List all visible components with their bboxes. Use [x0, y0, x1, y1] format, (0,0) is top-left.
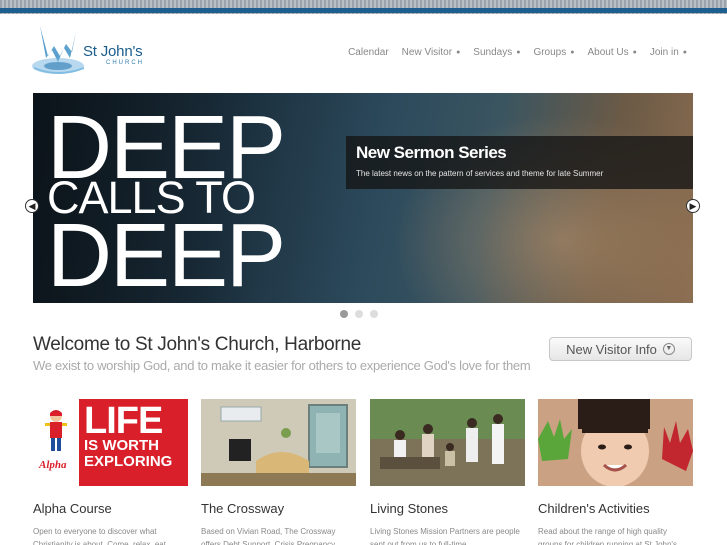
- main-nav: Calendar New Visitor ● Sundays ● Groups ● A…: [348, 47, 687, 58]
- card-living-stones[interactable]: Living Stones Living Stones Mission Part…: [370, 399, 525, 545]
- top-strip: [0, 0, 727, 14]
- card-text: Open to everyone to discover what Christ…: [33, 527, 166, 545]
- card-title[interactable]: Living Stones: [370, 501, 448, 516]
- logo-subtitle: CHURCH: [106, 60, 144, 66]
- button-label: New Visitor Info: [566, 341, 657, 357]
- site-logo[interactable]: St John's CHURCH: [30, 22, 160, 84]
- caption-title: New Sermon Series: [356, 143, 507, 162]
- card-title[interactable]: Children's Activities: [538, 501, 650, 516]
- hero-background-glow: [363, 93, 693, 303]
- card-alpha-course[interactable]: Alpha LIFE IS WORTH EXPLORING Alpha Cour…: [33, 399, 188, 545]
- card-text: Living Stones Mission Partners are peopl…: [370, 527, 520, 545]
- nav-label: Sundays: [473, 47, 513, 58]
- child-painted-hands-photo: [538, 399, 693, 486]
- living-stones-photo: [370, 399, 525, 486]
- nav-label: Calendar: [348, 47, 389, 58]
- nav-label: Groups: [533, 47, 567, 58]
- card-image[interactable]: [538, 399, 693, 486]
- slider-dot-3[interactable]: [370, 310, 378, 318]
- nav-join-in[interactable]: Join in ●: [650, 47, 687, 58]
- hero-caption[interactable]: New Sermon Series The latest news on the…: [346, 136, 693, 189]
- chevron-down-icon: ●: [682, 49, 687, 56]
- card-image[interactable]: [370, 399, 525, 486]
- alpha-banner-big: LIFE: [84, 400, 163, 442]
- slider-next-arrow-icon[interactable]: ▶: [686, 199, 700, 213]
- nav-label: New Visitor: [401, 47, 453, 58]
- slider-prev-arrow-icon[interactable]: ◀: [25, 199, 39, 213]
- welcome-title: Welcome to St John's Church, Harborne: [33, 334, 361, 355]
- logo-name: St John's: [83, 43, 143, 60]
- chevron-down-icon: ●: [456, 49, 461, 56]
- card-title[interactable]: The Crossway: [201, 501, 284, 516]
- card-childrens-activities[interactable]: Children's Activities Read about the ran…: [538, 399, 693, 545]
- welcome-subtitle: We exist to worship God, and to make it …: [33, 358, 531, 373]
- top-blue-bar: [0, 8, 727, 13]
- nav-about-us[interactable]: About Us ●: [587, 47, 636, 58]
- card-the-crossway[interactable]: The Crossway Based on Vivian Road, The C…: [201, 399, 356, 545]
- card-image[interactable]: [201, 399, 356, 486]
- alpha-banner-line-2: EXPLORING: [84, 453, 173, 470]
- alpha-banner: LIFE IS WORTH EXPLORING: [79, 399, 188, 486]
- water-splash-icon: [32, 26, 85, 74]
- nav-groups[interactable]: Groups ●: [533, 47, 574, 58]
- alpha-brand: Alpha: [39, 459, 67, 471]
- slider-pagination: [340, 310, 378, 318]
- new-visitor-info-button[interactable]: New Visitor Info ▼: [549, 337, 692, 361]
- nav-new-visitor[interactable]: New Visitor ●: [402, 47, 461, 58]
- hero-slider[interactable]: DEEP CALLS TO DEEP New Sermon Series The…: [33, 93, 693, 303]
- slider-dot-2[interactable]: [355, 310, 363, 318]
- alpha-mascot-icon: [45, 410, 67, 451]
- card-image[interactable]: Alpha LIFE IS WORTH EXPLORING: [33, 399, 188, 486]
- caption-text: The latest news on the pattern of servic…: [356, 169, 604, 178]
- nav-sundays[interactable]: Sundays ●: [473, 47, 520, 58]
- chevron-down-icon: ●: [632, 49, 637, 56]
- nav-label: About Us: [587, 47, 629, 58]
- chevron-down-icon: ●: [516, 49, 521, 56]
- card-text: Based on Vivian Road, The Crossway offer…: [201, 527, 336, 545]
- alpha-banner-line-1: IS WORTH: [84, 437, 159, 454]
- nav-calendar[interactable]: Calendar: [348, 47, 389, 58]
- card-title[interactable]: Alpha Course: [33, 501, 112, 516]
- slider-dot-1[interactable]: [340, 310, 348, 318]
- hero-line-3: DEEP: [47, 206, 286, 303]
- arrow-down-circle-icon: ▼: [662, 343, 675, 355]
- crossway-office-photo: [201, 399, 356, 486]
- card-text: Read about the range of high quality gro…: [538, 527, 677, 545]
- chevron-down-icon: ●: [570, 49, 575, 56]
- nav-label: Join in: [649, 47, 679, 58]
